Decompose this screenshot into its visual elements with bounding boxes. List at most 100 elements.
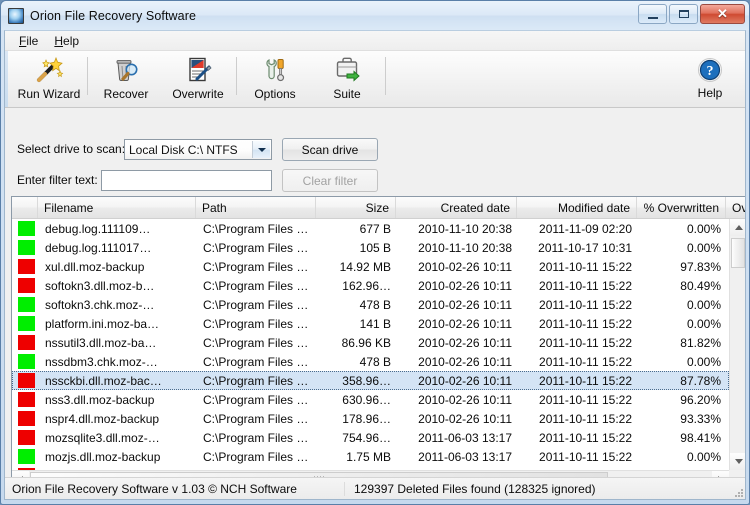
scan-drive-label: Scan drive: [302, 143, 359, 157]
recover-button[interactable]: Recover: [90, 51, 162, 101]
drive-label: Select drive to scan:: [17, 142, 125, 156]
cell-path: C:\Program Files (x…: [197, 260, 317, 274]
status-swatch-cell: [13, 354, 39, 369]
scan-drive-button[interactable]: Scan drive: [282, 138, 378, 161]
briefcase-arrow-icon: [332, 54, 362, 86]
minimize-icon: [648, 17, 658, 19]
status-right: 129397 Deleted Files found (128325 ignor…: [345, 482, 745, 496]
table-row[interactable]: nssdbm3.chk.moz-…C:\Program Files (x…478…: [12, 352, 729, 371]
overwrite-status-swatch: [18, 411, 35, 426]
column-header-overwritten_by[interactable]: Overwritten by: [726, 197, 746, 218]
table-row[interactable]: debug.log.111017…C:\Program Files (x…105…: [12, 238, 729, 257]
cell-modified: 2011-10-11 15:22: [518, 279, 638, 293]
table-row[interactable]: platform.ini.moz-ba…C:\Program Files (x……: [12, 314, 729, 333]
cell-path: C:\Program Files (x…: [197, 222, 317, 236]
cell-created: 2010-02-26 10:11: [397, 279, 518, 293]
table-row[interactable]: xul.dll.moz-backupC:\Program Files (x…14…: [12, 257, 729, 276]
shred-document-icon: [183, 54, 213, 86]
suite-button[interactable]: Suite: [311, 51, 383, 101]
close-icon: ✕: [701, 5, 744, 23]
column-header-modified[interactable]: Modified date: [517, 197, 637, 218]
drive-select[interactable]: Local Disk C:\ NTFS: [124, 139, 272, 160]
table-row[interactable]: softokn3.dll.moz-b…C:\Program Files (x…1…: [12, 276, 729, 295]
table-row[interactable]: nssckbi.dll.moz-bac…C:\Program Files (x……: [12, 371, 729, 390]
cell-size: 178.96…: [317, 412, 397, 426]
overwrite-status-swatch: [18, 316, 35, 331]
column-header-path[interactable]: Path: [196, 197, 316, 218]
cell-path: C:\Program Files (x…: [197, 393, 317, 407]
table-row[interactable]: nspr4.dll.moz-backupC:\Program Files (x……: [12, 409, 729, 428]
status-bar: Orion File Recovery Software v 1.03 © NC…: [5, 477, 745, 499]
column-header-created[interactable]: Created date: [396, 197, 517, 218]
overwrite-status-swatch: [18, 354, 35, 369]
cell-created: 2010-02-26 10:11: [397, 317, 518, 331]
column-header-filename[interactable]: Filename: [38, 197, 196, 218]
menu-help[interactable]: Help: [46, 32, 87, 50]
cell-filename: nss3.dll.moz-backup: [39, 393, 197, 407]
overwrite-button[interactable]: Overwrite: [162, 51, 234, 101]
resize-grip-icon[interactable]: [731, 485, 743, 497]
recover-label: Recover: [104, 87, 149, 101]
file-list-body[interactable]: debug.log.111109…C:\Program Files (x…677…: [12, 219, 729, 470]
cell-filename: softokn3.chk.moz-…: [39, 298, 197, 312]
cell-size: 358.96…: [317, 374, 397, 388]
cell-size: 105 B: [317, 241, 397, 255]
filter-input[interactable]: [101, 170, 272, 191]
table-row[interactable]: debug.log.111109…C:\Program Files (x…677…: [12, 219, 729, 238]
cell-modified: 2011-10-11 15:22: [518, 393, 638, 407]
scroll-down-button[interactable]: [730, 453, 746, 470]
cell-overwritten_pct: 93.33%: [638, 412, 727, 426]
magic-wand-icon: [34, 54, 64, 86]
status-left: Orion File Recovery Software v 1.03 © NC…: [5, 482, 345, 496]
overwrite-status-swatch: [18, 392, 35, 407]
table-row[interactable]: nssutil3.dll.moz-ba…C:\Program Files (x……: [12, 333, 729, 352]
run-wizard-button[interactable]: Run Wizard: [13, 51, 85, 101]
chevron-down-icon[interactable]: [252, 141, 270, 158]
cell-created: 2010-02-26 10:11: [397, 393, 518, 407]
toolbar-separator-3: [385, 57, 386, 95]
cell-path: C:\Program Files (x…: [197, 450, 317, 464]
toolbar-group-primary: Run Wizard Recover: [13, 51, 388, 101]
cell-path: C:\Program Files (x…: [197, 412, 317, 426]
cell-filename: mozsqlite3.dll.moz-…: [39, 431, 197, 445]
minimize-button[interactable]: [638, 4, 667, 24]
column-header-swatch[interactable]: [12, 197, 38, 218]
wrench-screwdriver-icon: [260, 54, 290, 86]
overwrite-label: Overwrite: [172, 87, 223, 101]
status-swatch-cell: [13, 259, 39, 274]
status-swatch-cell: [13, 221, 39, 236]
maximize-icon: [679, 10, 689, 18]
options-button[interactable]: Options: [239, 51, 311, 101]
scroll-up-button[interactable]: [730, 219, 746, 236]
cell-overwritten_pct: 0.00%: [638, 298, 727, 312]
menu-file-label-rest: ile: [26, 34, 38, 48]
cell-filename: nspr4.dll.moz-backup: [39, 412, 197, 426]
cell-overwritten_pct: 80.49%: [638, 279, 727, 293]
column-header-label: Path: [202, 201, 227, 215]
cell-size: 141 B: [317, 317, 397, 331]
table-row[interactable]: softokn3.chk.moz-…C:\Program Files (x…47…: [12, 295, 729, 314]
vertical-scrollbar[interactable]: [729, 219, 746, 470]
column-header-overwritten_pct[interactable]: % Overwritten: [637, 197, 726, 218]
window-title: Orion File Recovery Software: [30, 9, 196, 23]
table-row[interactable]: mozjs.dll.moz-backupC:\Program Files (x……: [12, 447, 729, 466]
close-button[interactable]: ✕: [700, 4, 745, 24]
cell-filename: nssckbi.dll.moz-bac…: [39, 374, 197, 388]
cell-size: 162.96…: [317, 279, 397, 293]
overwrite-status-swatch: [18, 373, 35, 388]
maximize-button[interactable]: [669, 4, 698, 24]
table-row[interactable]: mozsqlite3.dll.moz-…C:\Program Files (x……: [12, 428, 729, 447]
table-row[interactable]: nss3.dll.moz-backupC:\Program Files (x…6…: [12, 390, 729, 409]
overwrite-status-swatch: [18, 259, 35, 274]
clear-filter-button[interactable]: Clear filter: [282, 169, 378, 192]
cell-created: 2011-06-03 13:17: [397, 431, 518, 445]
column-header-label: % Overwritten: [644, 201, 719, 215]
menu-file[interactable]: File: [11, 32, 46, 50]
column-header-size[interactable]: Size: [316, 197, 396, 218]
cell-overwritten_pct: 0.00%: [638, 222, 727, 236]
vertical-scrollbar-thumb[interactable]: [731, 238, 745, 268]
cell-path: C:\Program Files (x…: [197, 279, 317, 293]
cell-created: 2010-02-26 10:11: [397, 336, 518, 350]
help-button[interactable]: ? Help: [681, 54, 739, 100]
title-bar: Orion File Recovery Software ✕: [1, 1, 749, 30]
